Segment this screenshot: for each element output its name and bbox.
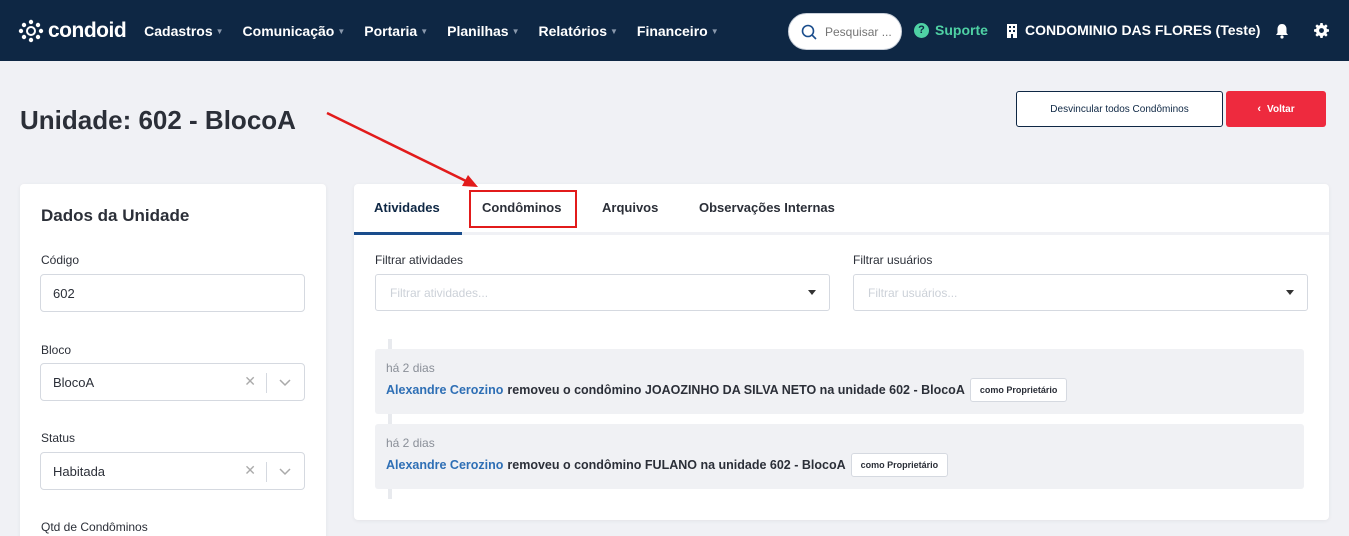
unit-data-card: Dados da Unidade Código 602 Bloco BlocoA… [20,184,326,536]
logo[interactable]: condoid [18,18,127,43]
codigo-field[interactable]: 602 [40,274,305,312]
page-title: Unidade: 602 - BlocoA [20,105,296,135]
menu-label: Relatórios [538,22,607,39]
back-label: Voltar [1267,103,1295,115]
bloco-select[interactable]: BlocoA ✕ [40,363,305,401]
status-select[interactable]: Habitada ✕ [40,452,305,490]
search-input[interactable] [825,24,895,39]
menu-cadastros[interactable]: Cadastros ▼ [144,23,223,39]
filter-activities-placeholder: Filtrar atividades... [390,285,489,300]
caret-down-icon [808,290,816,295]
codigo-label: Código [41,253,80,267]
search-box[interactable] [788,13,902,50]
logo-icon [18,19,44,42]
codigo-value: 602 [53,285,75,301]
logo-text: condoid [48,18,127,42]
caret-down-icon: ▼ [609,27,618,36]
caret-down-icon: ▼ [337,27,346,36]
tab-atividades[interactable]: Atividades [374,200,440,215]
filter-users-label: Filtrar usuários [853,253,933,267]
back-button[interactable]: ‹ Voltar [1226,91,1326,127]
details-card: Atividades Condôminos Arquivos Observaçõ… [354,184,1329,520]
activity-text: Alexandre Cerozino removeu o condômino J… [386,378,1068,402]
activity-description: removeu o condômino JOAOZINHO DA SILVA N… [507,383,965,397]
condo-name: CONDOMINIO DAS FLORES (Teste) [1025,22,1261,38]
condo-selector[interactable]: CONDOMINIO DAS FLORES (Teste) [1006,22,1260,38]
activity-user-link[interactable]: Alexandre Cerozino [386,383,503,397]
activity-description: removeu o condômino FULANO na unidade 60… [507,458,846,472]
active-tab-indicator [354,232,462,235]
tab-arquivos[interactable]: Arquivos [602,200,658,215]
filter-activities-select[interactable]: Filtrar atividades... [375,274,830,311]
menu-label: Planilhas [447,22,509,39]
status-label: Status [41,431,76,445]
chevron-left-icon: ‹ [1257,103,1262,115]
clear-icon[interactable]: ✕ [244,462,256,479]
tab-observacoes-internas[interactable]: Observações Internas [699,200,835,215]
search-icon [801,24,817,40]
filter-activities-label: Filtrar atividades [375,253,464,267]
caret-down-icon: ▼ [710,27,719,36]
caret-down-icon: ▼ [511,27,520,36]
bloco-label: Bloco [41,343,72,357]
menu-label: Comunicação [242,22,335,39]
activity-text: Alexandre Cerozino removeu o condômino F… [386,453,949,477]
chevron-down-icon[interactable] [278,373,292,391]
role-badge: como Proprietário [969,378,1068,402]
tab-bar: Atividades Condôminos Arquivos Observaçõ… [354,184,1329,235]
caret-down-icon: ▼ [215,27,224,36]
help-icon: ? [914,22,929,38]
unit-card-title: Dados da Unidade [41,206,190,225]
activity-item: há 2 dias Alexandre Cerozino removeu o c… [375,424,1304,489]
select-separator [266,462,267,482]
activity-user-link[interactable]: Alexandre Cerozino [386,458,503,472]
top-navbar: condoid Cadastros ▼ Comunicação ▼ Portaria… [0,0,1349,61]
building-icon [1007,23,1017,38]
main-menu: Cadastros ▼ Comunicação ▼ Portaria ▼ Planil… [144,23,737,39]
menu-label: Portaria [364,22,418,39]
menu-label: Cadastros [144,22,213,39]
caret-down-icon: ▼ [420,27,429,36]
filter-users-placeholder: Filtrar usuários... [868,285,958,300]
activity-time: há 2 dias [386,436,435,450]
clear-icon[interactable]: ✕ [244,373,256,390]
menu-relatorios[interactable]: Relatórios ▼ [539,23,618,39]
bloco-value: BlocoA [53,374,95,390]
menu-comunicacao[interactable]: Comunicação ▼ [243,23,346,39]
annotation-highlight-box [469,190,577,228]
support-link[interactable]: ? Suporte [914,22,988,38]
status-value: Habitada [53,463,106,479]
qtd-condominos-label: Qtd de Condôminos [41,520,148,534]
role-badge: como Proprietário [850,453,949,477]
activity-item: há 2 dias Alexandre Cerozino removeu o c… [375,349,1304,414]
menu-planilhas[interactable]: Planilhas ▼ [447,23,519,39]
caret-down-icon [1286,290,1294,295]
bell-icon[interactable] [1275,23,1289,39]
support-label: Suporte [935,22,988,38]
filter-users-select[interactable]: Filtrar usuários... [853,274,1308,311]
menu-label: Financeiro [636,22,708,39]
activity-time: há 2 dias [386,361,435,375]
select-separator [266,373,267,393]
gear-icon[interactable] [1314,23,1329,38]
menu-portaria[interactable]: Portaria ▼ [364,23,428,39]
menu-financeiro[interactable]: Financeiro ▼ [637,23,719,39]
unlink-all-button[interactable]: Desvincular todos Condôminos [1016,91,1223,127]
chevron-down-icon[interactable] [278,462,292,480]
